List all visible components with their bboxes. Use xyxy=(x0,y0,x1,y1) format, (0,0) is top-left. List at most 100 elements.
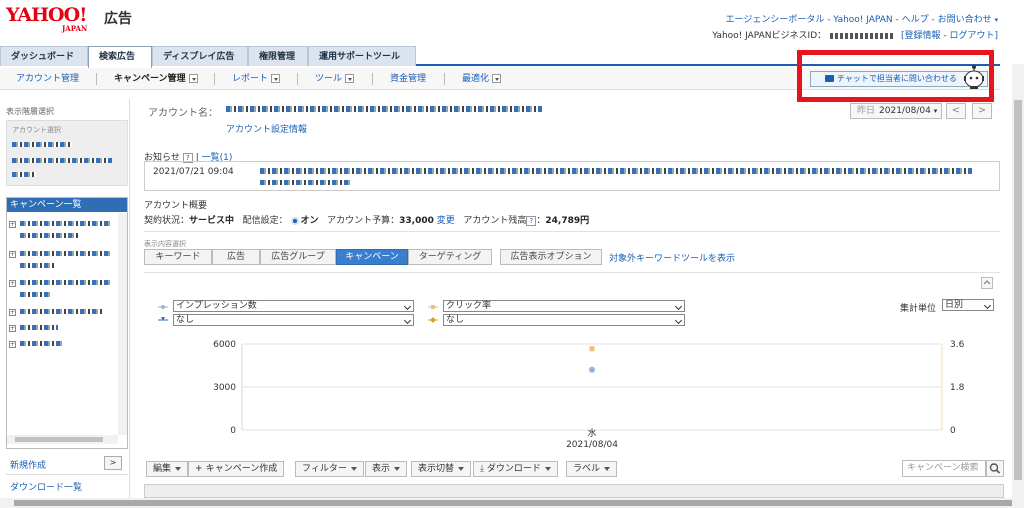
plus-icon: + xyxy=(195,464,206,474)
subnav-account[interactable]: アカウント管理 xyxy=(16,68,79,90)
tab-keyword[interactable]: キーワード xyxy=(144,249,212,265)
data-point-ctr[interactable] xyxy=(589,346,595,352)
balance-value: 24,789円 xyxy=(545,216,590,226)
dropdown-icon[interactable] xyxy=(492,74,502,83)
metric-select-3[interactable]: なし xyxy=(173,314,414,326)
metric-select-4[interactable]: なし xyxy=(443,314,685,326)
contract-label: 契約状況： xyxy=(144,216,190,226)
masked-notice-text[interactable] xyxy=(260,168,972,174)
radio-on-icon[interactable] xyxy=(290,216,299,225)
scroll-thumb[interactable] xyxy=(1014,100,1022,480)
subnav-label: レポート xyxy=(232,74,269,84)
scroll-thumb[interactable] xyxy=(15,437,103,442)
chevron-right-icon[interactable]: > xyxy=(104,456,122,470)
tab-permissions[interactable]: 権限管理 xyxy=(248,46,308,66)
tree-item[interactable] xyxy=(20,325,58,330)
subnav-label: アカウント管理 xyxy=(16,74,80,84)
collapse-chart-button[interactable] xyxy=(981,277,993,289)
subnav-tools[interactable]: ツール xyxy=(315,68,355,90)
tab-ad[interactable]: 広告 xyxy=(212,249,260,265)
button-label: 表示 xyxy=(372,464,391,474)
expand-icon[interactable]: + xyxy=(9,309,16,316)
download-list-link[interactable]: ダウンロード一覧 xyxy=(10,480,82,493)
tab-campaign[interactable]: キャンペーン xyxy=(336,249,408,265)
tab-dashboard[interactable]: ダッシュボード xyxy=(0,46,88,66)
expand-icon[interactable]: + xyxy=(9,341,16,348)
filter-button[interactable]: フィルター xyxy=(295,461,364,477)
new-campaign-link[interactable]: 新規作成 xyxy=(10,458,46,471)
tree-item[interactable] xyxy=(20,292,50,297)
dropdown-icon[interactable] xyxy=(271,74,281,83)
subnav-funds[interactable]: 資金管理 xyxy=(390,68,426,90)
caret-down-icon[interactable]: ▾ xyxy=(994,16,998,24)
left-tick-label: 6000 xyxy=(213,340,236,350)
download-icon: ⤓ xyxy=(480,464,487,474)
scroll-thumb[interactable] xyxy=(14,500,1012,506)
tree-vertical-scrollbar[interactable] xyxy=(118,213,127,435)
tab-label: ディスプレイ広告 xyxy=(163,52,235,62)
campaign-list-header[interactable]: キャンペーン一覧 xyxy=(7,198,127,212)
top-links[interactable]: エージェンシーポータル - Yahoo! JAPAN - ヘルプ - お問い合わ… xyxy=(726,12,998,25)
budget-change-link[interactable]: 変更 xyxy=(437,216,455,226)
button-label: 表示切替 xyxy=(418,464,455,474)
masked-notice-text[interactable] xyxy=(260,180,350,185)
top-links-text[interactable]: エージェンシーポータル - Yahoo! JAPAN - ヘルプ - お問い合わ… xyxy=(726,15,992,25)
expand-icon[interactable]: + xyxy=(9,221,16,228)
tab-ad-group[interactable]: 広告グループ xyxy=(260,249,336,265)
tree-item[interactable] xyxy=(20,221,110,226)
yahoo-logo[interactable]: YAHOO! JAPAN xyxy=(6,4,87,33)
tab-label: 権限管理 xyxy=(259,52,296,62)
dropdown-icon[interactable] xyxy=(188,74,198,83)
download-button[interactable]: ⤓ ダウンロード xyxy=(473,461,558,477)
prev-date-button[interactable]: < xyxy=(946,103,966,119)
tab-search-ads[interactable]: 検索広告 xyxy=(88,46,152,68)
series-marker-icon xyxy=(428,305,438,309)
edit-button[interactable]: 編集 xyxy=(146,461,189,477)
search-button[interactable] xyxy=(986,460,1004,477)
view-switch-button[interactable]: 表示切替 xyxy=(411,461,472,477)
account-info-link[interactable]: [登録情報 - ログアウト] xyxy=(901,31,998,41)
help-icon[interactable]: ? xyxy=(526,216,537,226)
account-settings-link[interactable]: アカウント設定情報 xyxy=(226,122,307,135)
tab-display-ads[interactable]: ディスプレイ広告 xyxy=(152,46,248,66)
view-button[interactable]: 表示 xyxy=(365,461,408,477)
subnav-optimize[interactable]: 最適化 xyxy=(462,68,502,90)
separator xyxy=(297,73,298,85)
date-selector[interactable]: 昨日 2021/08/04 ▾ xyxy=(850,103,942,119)
page: YAHOO! JAPAN 広告 エージェンシーポータル - Yahoo! JAP… xyxy=(0,0,1024,508)
next-date-button[interactable]: > xyxy=(972,103,992,119)
tab-support-tools[interactable]: 運用サポートツール xyxy=(308,46,416,66)
subnav-campaign[interactable]: キャンペーン管理 xyxy=(114,68,198,90)
subnav-report[interactable]: レポート xyxy=(232,68,281,90)
select-value: なし xyxy=(446,315,465,325)
divider xyxy=(144,272,1000,273)
x-tick-label: 2021/08/04 xyxy=(566,440,618,450)
tab-label: ダッシュボード xyxy=(11,52,75,62)
create-campaign-button[interactable]: + キャンペーン作成 xyxy=(188,461,285,477)
tree-item[interactable] xyxy=(20,251,112,256)
button-label: フィルター xyxy=(302,464,347,474)
expand-icon[interactable]: + xyxy=(9,251,16,258)
metric-select-2[interactable]: クリック率 xyxy=(443,300,685,312)
expand-icon[interactable]: + xyxy=(9,280,16,287)
search-icon xyxy=(989,463,1001,474)
tree-item[interactable] xyxy=(20,280,112,285)
subnav-label: キャンペーン管理 xyxy=(114,74,186,84)
dropdown-icon[interactable] xyxy=(345,74,355,83)
tree-item[interactable] xyxy=(20,309,104,314)
data-point-impressions[interactable] xyxy=(589,366,595,373)
tree-item[interactable] xyxy=(20,263,56,268)
label-button[interactable]: ラベル xyxy=(566,461,618,477)
tree-item[interactable] xyxy=(20,341,64,346)
account-select-label: アカウント選択 xyxy=(12,126,61,134)
separator xyxy=(214,73,215,85)
tab-ad-extensions[interactable]: 広告表示オプション xyxy=(500,249,602,265)
expand-icon[interactable]: + xyxy=(9,325,16,332)
campaign-search-input[interactable]: キャンペーン検索 xyxy=(902,460,986,477)
aggregate-select[interactable]: 日別 xyxy=(942,299,994,311)
tree-item[interactable] xyxy=(20,233,80,238)
tab-targeting[interactable]: ターゲティング xyxy=(408,249,492,265)
left-tick-label: 0 xyxy=(230,426,236,436)
metric-select-1[interactable]: インプレッション数 xyxy=(173,300,414,312)
excluded-keyword-tool-link[interactable]: 対象外キーワードツールを表示 xyxy=(609,251,735,264)
